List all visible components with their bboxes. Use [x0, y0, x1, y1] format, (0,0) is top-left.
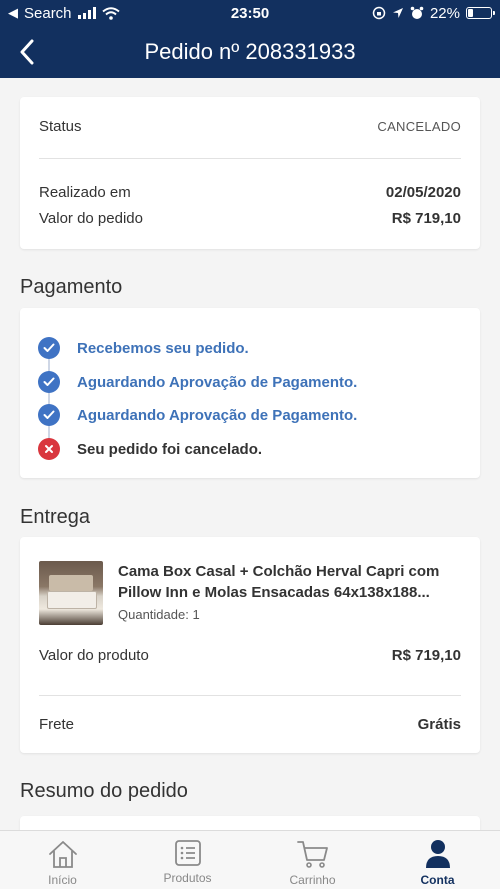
location-icon: [392, 8, 403, 18]
status-left: ◀ Search: [8, 5, 372, 22]
check-icon: [38, 404, 60, 426]
delivery-section-title: Entrega: [20, 506, 91, 528]
product-quantity: Quantidade: 1: [118, 607, 200, 622]
payment-step-label: Aguardando Aprovação de Pagamento.: [77, 373, 358, 391]
battery-fill: [468, 9, 474, 17]
back-button[interactable]: [10, 34, 44, 70]
carrier-label[interactable]: Search: [24, 5, 72, 22]
step-connector: [48, 348, 50, 448]
payment-step: Seu pedido foi cancelado.: [38, 438, 462, 460]
tab-bar: Início Produtos Carrinho Conta: [0, 830, 500, 889]
tab-conta[interactable]: Conta: [375, 831, 500, 889]
payment-step-label: Recebemos seu pedido.: [77, 339, 249, 357]
check-icon: [38, 371, 60, 393]
product-name[interactable]: Cama Box Casal + Colchão Herval Capri co…: [118, 561, 461, 603]
tab-carrinho[interactable]: Carrinho: [250, 831, 375, 889]
wifi-icon: [101, 6, 120, 20]
user-icon: [425, 840, 450, 868]
status-label: Status: [39, 117, 82, 135]
header: Pedido nº 208331933: [0, 26, 500, 78]
payment-step: Aguardando Aprovação de Pagamento.: [38, 371, 462, 393]
total-label: Valor do pedido: [39, 209, 143, 227]
payment-step: Recebemos seu pedido.: [38, 337, 462, 359]
shipping-row: Frete Grátis: [39, 713, 461, 735]
product-value-row: Valor do produto R$ 719,10: [39, 644, 461, 666]
headboard-shape: [49, 575, 93, 591]
tab-label: Conta: [420, 873, 455, 887]
shipping-value: Grátis: [417, 715, 461, 733]
payment-card: Recebemos seu pedido. Aguardando Aprovaç…: [20, 308, 480, 478]
date-value: 02/05/2020: [385, 183, 461, 201]
close-icon: [38, 438, 60, 460]
bed-shape: [47, 591, 97, 609]
divider: [39, 695, 461, 696]
payment-step: Aguardando Aprovação de Pagamento.: [38, 404, 462, 426]
shipping-label: Frete: [39, 715, 75, 733]
product-value-label: Valor do produto: [39, 646, 149, 664]
product-image[interactable]: [39, 561, 103, 625]
divider: [39, 158, 461, 159]
order-summary-card: Status CANCELADO Realizado em 02/05/2020…: [20, 97, 480, 249]
order-detail-content[interactable]: Status CANCELADO Realizado em 02/05/2020…: [0, 78, 500, 830]
tab-inicio[interactable]: Início: [0, 831, 125, 889]
list-icon: [174, 840, 201, 866]
status-right: 22%: [372, 4, 495, 22]
tab-produtos[interactable]: Produtos: [125, 831, 250, 889]
total-row: Valor do pedido R$ 719,10: [39, 207, 461, 229]
chevron-left-icon: [20, 39, 34, 65]
tab-label: Carrinho: [289, 873, 336, 887]
tab-label: Início: [48, 873, 77, 887]
back-to-app-icon[interactable]: ◀: [8, 5, 18, 21]
status-bar: ◀ Search 23:50 22%: [0, 0, 500, 26]
payment-section-title: Pagamento: [20, 276, 123, 298]
delivery-card: Cama Box Casal + Colchão Herval Capri co…: [20, 537, 480, 753]
product-value: R$ 719,10: [391, 646, 461, 664]
tab-label: Produtos: [163, 871, 212, 885]
payment-step-label: Seu pedido foi cancelado.: [77, 440, 263, 458]
payment-step-label: Aguardando Aprovação de Pagamento.: [77, 406, 358, 424]
status-row: Status CANCELADO: [39, 115, 461, 137]
date-row: Realizado em 02/05/2020: [39, 181, 461, 203]
total-value: R$ 719,10: [391, 209, 461, 227]
order-summary-section-title: Resumo do pedido: [20, 780, 188, 802]
battery-percent: 22%: [429, 4, 460, 22]
home-icon: [48, 841, 77, 868]
order-summary-detail-card: [20, 816, 480, 830]
battery-icon: [466, 7, 495, 19]
alarm-icon: [410, 6, 424, 19]
page-title: Pedido nº 208331933: [144, 39, 356, 64]
rotation-lock-icon: [372, 6, 386, 20]
signal-icon: [77, 7, 96, 19]
check-icon: [38, 337, 60, 359]
cart-icon: [296, 841, 328, 868]
date-label: Realizado em: [39, 183, 131, 201]
status-badge: CANCELADO: [377, 118, 461, 134]
